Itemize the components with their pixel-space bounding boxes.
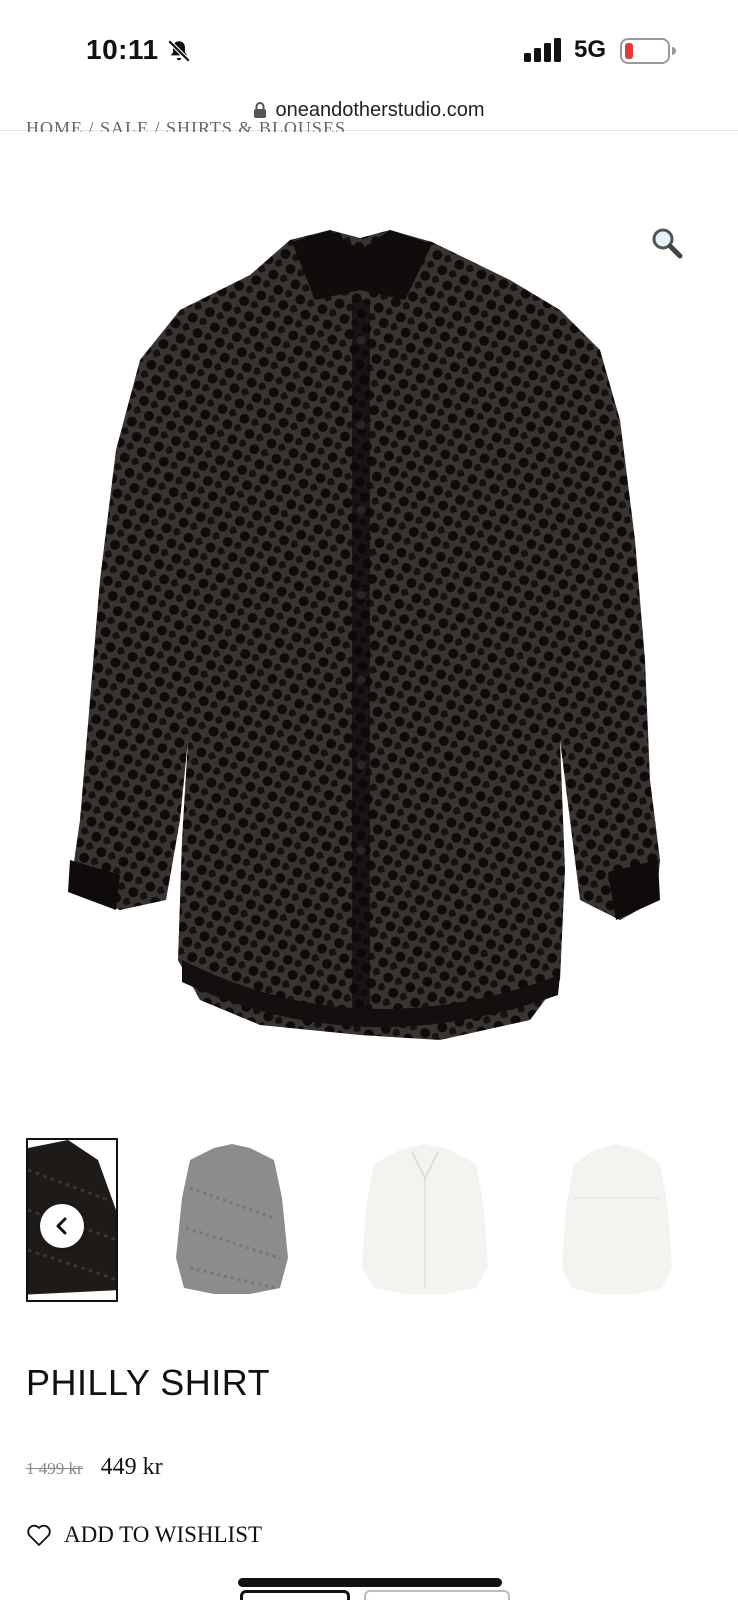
bell-slash-icon [167,39,191,63]
thumbnail-strip [26,1138,738,1302]
sale-price: 449 kr [100,1454,163,1480]
status-bar: 10:11 5G [0,0,738,92]
battery-icon [620,38,676,64]
product-title: PHILLY SHIRT [26,1362,271,1403]
bottom-button-secondary[interactable] [364,1590,510,1600]
price-row: 1 499 kr 449 kr [26,1454,163,1481]
heart-icon [27,1524,51,1546]
add-to-wishlist-button[interactable]: ADD TO WISHLIST [26,1522,262,1548]
bottom-button-primary[interactable] [240,1590,350,1600]
product-main-image[interactable] [60,220,680,1080]
thumbnail-white-2[interactable] [560,1138,674,1302]
signal-icon [524,38,561,62]
wishlist-label: ADD TO WISHLIST [64,1522,263,1547]
home-indicator [238,1578,502,1587]
status-time: 10:11 [86,34,159,65]
thumbnail-white-1[interactable] [360,1138,490,1302]
breadcrumb: HOME / SALE / SHIRTS & BLOUSES [26,114,426,132]
chevron-left-icon [56,1217,67,1235]
prev-thumbnail-button[interactable] [40,1204,84,1248]
breadcrumb-text: HOME / SALE / SHIRTS & BLOUSES [26,118,346,132]
network-type: 5G [574,36,607,63]
thumbnail-grey[interactable] [170,1138,294,1302]
old-price: 1 499 kr [26,1459,83,1478]
zoom-icon[interactable] [650,226,684,260]
